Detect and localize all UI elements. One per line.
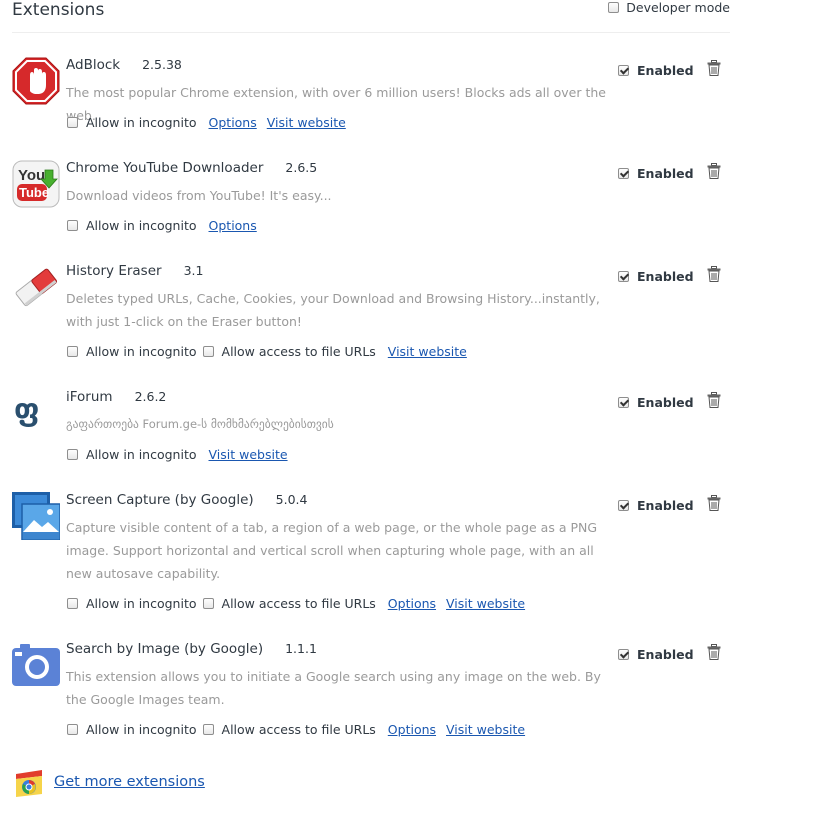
- allow-file-urls-toggle[interactable]: Allow access to file URLs: [202, 344, 376, 359]
- options-link[interactable]: Options: [388, 596, 436, 611]
- enabled-label: Enabled: [637, 166, 694, 181]
- extension-description: This extension allows you to initiate a …: [66, 669, 601, 707]
- allow-file-urls-toggle[interactable]: Allow access to file URLs: [202, 722, 376, 737]
- page-header: Extensions Developer mode: [12, 0, 730, 33]
- enabled-checkbox[interactable]: [618, 649, 629, 660]
- visit-website-link[interactable]: Visit website: [446, 722, 525, 737]
- allow-incognito-toggle[interactable]: Allow in incognito: [67, 722, 197, 737]
- extension-name: Search by Image (by Google): [66, 641, 264, 657]
- youtube-downloader-icon: You Tube: [12, 160, 60, 208]
- allow-incognito-checkbox[interactable]: [67, 598, 78, 609]
- enabled-toggle[interactable]: Enabled: [618, 166, 694, 181]
- enabled-checkbox[interactable]: [618, 500, 629, 511]
- get-more-extensions-link[interactable]: Get more extensions: [54, 774, 205, 790]
- trash-icon[interactable]: [707, 266, 721, 282]
- extension-version: 2.5.38: [142, 57, 182, 72]
- options-link[interactable]: Options: [209, 218, 257, 233]
- extension-description: Capture visible content of a tab, a regi…: [66, 520, 598, 581]
- page-title: Extensions: [12, 0, 105, 20]
- extension-version: 2.6.5: [285, 160, 318, 175]
- visit-website-link[interactable]: Visit website: [446, 596, 525, 611]
- allow-incognito-checkbox[interactable]: [67, 346, 78, 357]
- iforum-logo-icon: ფ: [14, 393, 40, 428]
- options-link[interactable]: Options: [388, 722, 436, 737]
- enabled-checkbox[interactable]: [618, 65, 629, 76]
- extension-version: 5.0.4: [275, 492, 308, 507]
- developer-mode-label: Developer mode: [626, 0, 730, 15]
- enabled-toggle[interactable]: Enabled: [618, 498, 694, 513]
- allow-incognito-checkbox[interactable]: [67, 220, 78, 231]
- options-link[interactable]: Options: [209, 115, 257, 130]
- adblock-stop-hand-icon: [12, 57, 60, 105]
- allow-incognito-toggle[interactable]: Allow in incognito: [67, 218, 197, 233]
- enabled-toggle[interactable]: Enabled: [618, 63, 694, 78]
- camera-icon: [12, 644, 60, 686]
- trash-icon[interactable]: [707, 392, 721, 408]
- allow-incognito-checkbox[interactable]: [67, 449, 78, 460]
- extension-description: გაფართოება Forum.ge-ს მომხმარებლებისთვის: [66, 417, 334, 431]
- allow-file-urls-checkbox[interactable]: [202, 724, 214, 735]
- trash-icon[interactable]: [707, 60, 721, 76]
- allow-incognito-checkbox[interactable]: [67, 117, 78, 128]
- allow-file-urls-checkbox[interactable]: [202, 346, 214, 357]
- extension-name: Chrome YouTube Downloader: [66, 160, 264, 176]
- chrome-web-store-icon: [16, 770, 42, 797]
- allow-file-urls-label: Allow access to file URLs: [221, 344, 376, 359]
- enabled-label: Enabled: [637, 498, 694, 513]
- extension-name: AdBlock: [66, 57, 121, 73]
- developer-mode-toggle[interactable]: Developer mode: [608, 0, 730, 15]
- visit-website-link[interactable]: Visit website: [209, 447, 288, 462]
- trash-icon[interactable]: [707, 644, 721, 660]
- allow-incognito-label: Allow in incognito: [86, 115, 197, 130]
- extension-name: iForum: [66, 389, 113, 405]
- get-more-extensions: Get more extensions: [14, 766, 205, 798]
- allow-incognito-label: Allow in incognito: [86, 344, 197, 359]
- allow-file-urls-label: Allow access to file URLs: [221, 722, 376, 737]
- screen-capture-icon: [12, 492, 60, 540]
- allow-incognito-toggle[interactable]: Allow in incognito: [67, 447, 197, 462]
- enabled-checkbox[interactable]: [618, 168, 629, 179]
- youtube-icon-text-bottom: Tube: [19, 185, 49, 200]
- extension-version: 3.1: [183, 263, 204, 278]
- enabled-label: Enabled: [637, 269, 694, 284]
- allow-file-urls-toggle[interactable]: Allow access to file URLs: [202, 596, 376, 611]
- enabled-toggle[interactable]: Enabled: [618, 647, 694, 662]
- eraser-icon: [15, 268, 57, 307]
- allow-file-urls-label: Allow access to file URLs: [221, 596, 376, 611]
- enabled-toggle[interactable]: Enabled: [618, 269, 694, 284]
- trash-icon[interactable]: [707, 163, 721, 179]
- extension-description: Deletes typed URLs, Cache, Cookies, your…: [66, 291, 600, 329]
- enabled-label: Enabled: [637, 63, 694, 78]
- allow-incognito-label: Allow in incognito: [86, 218, 197, 233]
- developer-mode-checkbox[interactable]: [608, 2, 620, 13]
- enabled-label: Enabled: [637, 395, 694, 410]
- iforum-icon-text: ფ: [14, 393, 40, 428]
- allow-incognito-label: Allow in incognito: [86, 596, 197, 611]
- extension-version: 2.6.2: [134, 389, 167, 404]
- enabled-checkbox[interactable]: [618, 397, 629, 408]
- allow-incognito-label: Allow in incognito: [86, 722, 197, 737]
- extension-name: History Eraser: [66, 263, 162, 279]
- allow-incognito-toggle[interactable]: Allow in incognito: [67, 115, 197, 130]
- allow-incognito-checkbox[interactable]: [67, 724, 78, 735]
- allow-incognito-toggle[interactable]: Allow in incognito: [67, 596, 197, 611]
- youtube-icon-text-top: You: [18, 167, 45, 184]
- visit-website-link[interactable]: Visit website: [267, 115, 346, 130]
- extension-version: 1.1.1: [285, 641, 317, 656]
- trash-icon[interactable]: [707, 495, 721, 511]
- enabled-label: Enabled: [637, 647, 694, 662]
- visit-website-link[interactable]: Visit website: [388, 344, 467, 359]
- extension-name: Screen Capture (by Google): [66, 492, 254, 508]
- allow-incognito-toggle[interactable]: Allow in incognito: [67, 344, 197, 359]
- allow-incognito-label: Allow in incognito: [86, 447, 197, 462]
- extension-description: Download videos from YouTube! It's easy.…: [66, 188, 332, 203]
- enabled-checkbox[interactable]: [618, 271, 629, 282]
- allow-file-urls-checkbox[interactable]: [202, 598, 214, 609]
- enabled-toggle[interactable]: Enabled: [618, 395, 694, 410]
